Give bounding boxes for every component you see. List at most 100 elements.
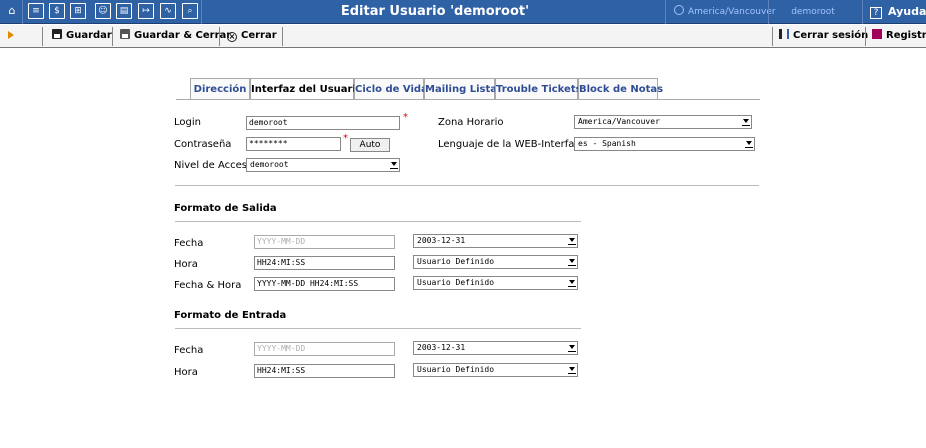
- output-datetime-select[interactable]: Usuario Definido: [413, 276, 578, 290]
- section-underline: [175, 328, 581, 329]
- tab-direccion[interactable]: Dirección: [190, 78, 250, 100]
- input-date-select[interactable]: 2003-12-31: [413, 341, 578, 355]
- dollar-icon[interactable]: $: [49, 3, 65, 19]
- divider: [865, 27, 866, 46]
- divider: [22, 0, 23, 24]
- input-format-heading: Formato de Entrada: [174, 310, 287, 321]
- input-time-select[interactable]: Usuario Definido: [413, 363, 578, 377]
- top-bar: ⌂ ≡ $ ⊞ ☺ ▤ ↦ ∿ ⌕ Editar Usuario 'demoro…: [0, 0, 926, 24]
- help-icon: ?: [870, 7, 882, 19]
- save-label: Guardar: [66, 30, 112, 41]
- play-arrow-icon: [8, 31, 14, 39]
- timezone-label: America/Vancouver: [688, 7, 776, 17]
- current-user-link[interactable]: demoroot: [769, 0, 857, 24]
- password-input[interactable]: ********: [246, 137, 341, 151]
- person-icon[interactable]: ☺: [95, 3, 111, 19]
- required-mark: *: [403, 112, 408, 123]
- help-label: Ayuda: [888, 5, 926, 18]
- input-date-input[interactable]: YYYY-MM-DD: [254, 342, 395, 356]
- logout-button[interactable]: Cerrar sesión: [779, 25, 868, 47]
- divider: [112, 27, 113, 46]
- search-icon[interactable]: ⌕: [182, 3, 198, 19]
- divider: [42, 27, 43, 46]
- home-icon[interactable]: ⌂: [4, 3, 20, 19]
- close-label: Cerrar: [241, 30, 277, 41]
- save-close-label: Guardar & Cerrar: [134, 30, 232, 41]
- output-datetime-input[interactable]: YYYY-MM-DD HH24:MI:SS: [254, 277, 395, 291]
- toolbar: Guardar Guardar & Cerrar × Cerrar Cerrar …: [0, 25, 926, 48]
- input-date-select-value: 2003-12-31: [417, 343, 466, 352]
- chevron-down-icon: [742, 119, 750, 126]
- clock-icon: [674, 5, 684, 15]
- input-time-input[interactable]: HH24:MI:SS: [254, 364, 395, 378]
- output-datetime-select-value: Usuario Definido: [417, 278, 495, 287]
- divider: [862, 0, 863, 24]
- save-close-button[interactable]: Guardar & Cerrar: [120, 25, 231, 47]
- tab-mailing-lista[interactable]: Mailing Lista: [424, 78, 497, 100]
- password-label: Contraseña: [174, 139, 232, 150]
- chevron-down-icon: [568, 367, 576, 374]
- output-format-heading: Formato de Salida: [174, 203, 277, 214]
- chevron-down-icon: [745, 141, 753, 148]
- language-label: Lenguaje de la WEB-Interface: [438, 139, 587, 150]
- timezone-select[interactable]: America/Vancouver: [574, 115, 752, 129]
- output-datetime-label: Fecha & Hora: [174, 280, 242, 291]
- chevron-down-icon: [568, 238, 576, 245]
- page-title: Editar Usuario 'demoroot': [340, 4, 530, 19]
- language-select[interactable]: es - Spanish: [574, 137, 755, 151]
- tab-block-de-notas[interactable]: Block de Notas: [578, 78, 663, 100]
- log-label: Registro: [886, 30, 926, 41]
- table-icon[interactable]: ▤: [116, 3, 132, 19]
- grid-icon[interactable]: ⊞: [70, 3, 86, 19]
- close-circle-icon: ×: [227, 32, 237, 42]
- section-underline: [175, 221, 581, 222]
- tab-interfaz-usuario[interactable]: Interfaz del Usuario: [250, 78, 363, 100]
- language-value: es - Spanish: [578, 139, 636, 148]
- section-divider: [175, 185, 759, 186]
- floppy-icon: [120, 29, 130, 39]
- login-input[interactable]: demoroot: [246, 116, 400, 130]
- floppy-icon: [52, 29, 62, 39]
- output-time-select[interactable]: Usuario Definido: [413, 255, 578, 269]
- login-label: Login: [174, 117, 201, 128]
- output-time-select-value: Usuario Definido: [417, 257, 495, 266]
- tab-ciclo-de-vida[interactable]: Ciclo de Vida: [354, 78, 428, 100]
- chevron-down-icon: [568, 280, 576, 287]
- logout-label: Cerrar sesión: [793, 30, 869, 41]
- input-date-label: Fecha: [174, 345, 204, 356]
- export-icon[interactable]: ↦: [138, 3, 154, 19]
- chevron-down-icon: [390, 162, 398, 169]
- divider: [665, 0, 666, 24]
- timezone-field-label: Zona Horario: [438, 117, 504, 128]
- tab-underline: [176, 99, 760, 100]
- chart-icon[interactable]: ∿: [160, 3, 176, 19]
- chevron-down-icon: [568, 259, 576, 266]
- list-icon[interactable]: ≡: [28, 3, 44, 19]
- input-time-select-value: Usuario Definido: [417, 365, 495, 374]
- save-button[interactable]: Guardar: [52, 25, 112, 47]
- divider: [201, 0, 202, 24]
- output-time-input[interactable]: HH24:MI:SS: [254, 256, 395, 270]
- log-button[interactable]: Registro: [872, 25, 926, 47]
- tab-trouble-tickets[interactable]: Trouble Tickets: [495, 78, 582, 100]
- output-date-input[interactable]: YYYY-MM-DD: [254, 235, 395, 249]
- divider: [282, 27, 283, 46]
- timezone-link[interactable]: America/Vancouver: [674, 0, 776, 24]
- help-link[interactable]: ? Ayuda: [870, 0, 926, 24]
- logout-icon: [779, 29, 789, 39]
- auto-password-button[interactable]: Auto: [350, 138, 390, 152]
- divider: [772, 27, 773, 46]
- output-time-label: Hora: [174, 259, 198, 270]
- timezone-value: America/Vancouver: [578, 117, 660, 126]
- log-book-icon: [872, 29, 882, 39]
- access-level-label: Nivel de Acceso: [174, 160, 254, 171]
- access-level-select[interactable]: demoroot: [246, 158, 400, 172]
- menu-arrow-button[interactable]: [8, 25, 14, 47]
- access-level-value: demoroot: [250, 160, 289, 169]
- close-button[interactable]: × Cerrar: [227, 25, 277, 47]
- chevron-down-icon: [568, 345, 576, 352]
- input-time-label: Hora: [174, 367, 198, 378]
- output-date-select-value: 2003-12-31: [417, 236, 466, 245]
- output-date-select[interactable]: 2003-12-31: [413, 234, 578, 248]
- output-date-label: Fecha: [174, 238, 204, 249]
